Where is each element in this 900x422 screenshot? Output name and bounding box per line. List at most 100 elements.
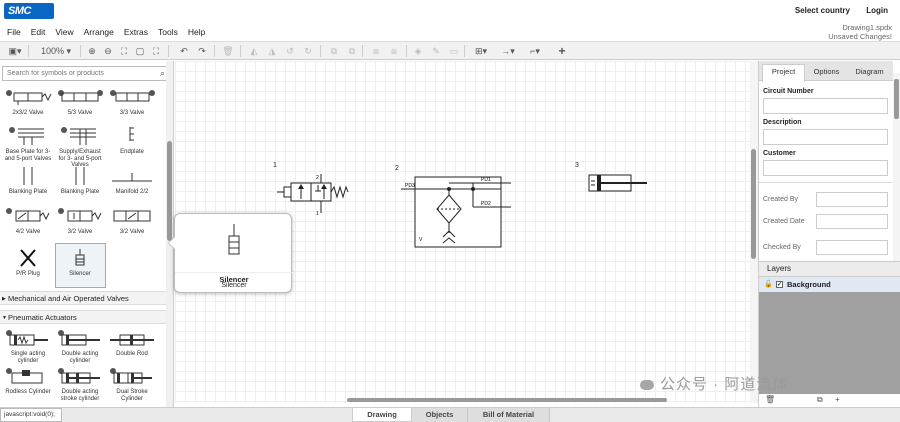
symbol-label: Double acting cylinder (61, 351, 99, 364)
tab-drawing[interactable]: Drawing (352, 408, 412, 422)
select-country-link[interactable]: Select country (795, 6, 850, 15)
zoom-out-icon[interactable]: ⊖ (102, 45, 114, 57)
toolbar-divider (214, 45, 215, 57)
symbol-sidebar: ⌕ 2x3/2 Valve 5/3 Valve 3/3 Valve Base P… (0, 61, 174, 407)
symbol-blanking-plate-2[interactable]: Blanking Plate (55, 165, 105, 196)
tab-diagram[interactable]: Diagram (848, 65, 891, 81)
layer-row-background[interactable]: 🔓 ✓ Background (759, 277, 900, 292)
symbol-3-3-valve[interactable]: 3/3 Valve (107, 88, 157, 117)
connection-style-icon[interactable]: →▾ (496, 45, 520, 57)
delete-icon[interactable]: 🗑 (222, 45, 234, 57)
customer-input[interactable] (763, 160, 888, 176)
symbol-4-2-valve[interactable]: 4/2 Valve (3, 205, 53, 236)
duplicate-layer-icon[interactable]: ⧉ (817, 395, 823, 405)
created-date-input[interactable] (816, 214, 888, 229)
created-by-input[interactable] (816, 192, 888, 207)
rotate-left-icon[interactable]: ↺ (284, 45, 296, 57)
canvas-vertical-scrollbar[interactable] (750, 61, 758, 403)
panel-scrollbar[interactable] (893, 73, 900, 263)
symbol-endplate[interactable]: Endplate (107, 125, 157, 156)
smc-logo[interactable]: SMC (4, 3, 54, 19)
symbol-3-2-valve[interactable]: 3/2 Valve (55, 205, 105, 236)
symbol-label: Base Plate for 3- and 5-port Valves (4, 149, 52, 162)
menu-help[interactable]: Help (188, 24, 205, 40)
line-color-icon[interactable]: ✎ (430, 45, 442, 57)
scrollbar-thumb[interactable] (894, 79, 899, 119)
layer-visibility-checkbox[interactable]: ✓ (776, 281, 783, 288)
to-front-icon[interactable]: ⧉ (328, 45, 340, 57)
symbol-supply-exhaust[interactable]: Supply/Exhaust for 3- and 5-port Valves (55, 125, 105, 169)
valve-3-2-symbol[interactable]: 2 1 (277, 171, 352, 217)
undo-icon[interactable]: ↶ (178, 45, 190, 57)
symbol-label: 3/3 Valve (119, 110, 145, 116)
menu-tools[interactable]: Tools (158, 24, 178, 40)
search-icon[interactable]: ⌕ (160, 68, 165, 79)
symbol-silencer[interactable]: Silencer (55, 247, 105, 278)
to-back-icon[interactable]: ⧉ (346, 45, 358, 57)
page-view-icon[interactable]: ▣▾ (6, 45, 24, 57)
login-link[interactable]: Login (866, 6, 888, 15)
toolbar-divider (240, 45, 241, 57)
symbol-single-acting-cylinder[interactable]: Single acting cylinder (3, 329, 53, 364)
symbol-blanking-plate[interactable]: Blanking Plate (3, 165, 53, 196)
scrollbar-thumb[interactable] (751, 149, 756, 259)
checked-by-input[interactable] (816, 240, 888, 255)
menu-extras[interactable]: Extras (124, 24, 148, 40)
symbol-rodless-cylinder[interactable]: Rodless Cylinder (3, 367, 53, 396)
add-layer-icon[interactable]: + (835, 395, 840, 404)
circuit-number-input[interactable] (763, 98, 888, 114)
group-icon[interactable]: ⧈ (370, 45, 382, 57)
symbol-manifold-2-2[interactable]: Manifold 2/2 (107, 165, 157, 196)
symbol-5-3-valve[interactable]: 5/3 Valve (55, 88, 105, 117)
scrollbar-thumb[interactable] (347, 398, 667, 402)
symbol-double-rod[interactable]: Double Rod (107, 329, 157, 358)
symbol-dual-stroke-cylinder[interactable]: Dual Stroke Cylinder (107, 367, 157, 402)
document-info: Drawing1.spdx Unsaved Changes! (828, 23, 892, 41)
tab-objects[interactable]: Objects (412, 408, 468, 422)
menu-arrange[interactable]: Arrange (84, 24, 114, 40)
symbol-3-2-valve-2[interactable]: 3/2 Valve (107, 205, 157, 236)
symbol-double-acting-stroke-cylinder[interactable]: Double acting stroke cylinder (55, 367, 105, 402)
redo-icon[interactable]: ↷ (196, 45, 208, 57)
tab-options[interactable]: Options (805, 65, 848, 81)
symbol-double-acting-cylinder[interactable]: Double acting cylinder (55, 329, 105, 364)
flip-horizontal-icon[interactable]: ◭ (248, 45, 260, 57)
component-number: 1 (273, 162, 277, 169)
symbol-base-plate[interactable]: Base Plate for 3- and 5-port Valves (3, 125, 53, 162)
ungroup-icon[interactable]: ⧈ (388, 45, 400, 57)
actual-size-icon[interactable]: ⛶ (150, 45, 162, 57)
scrollbar-thumb[interactable] (167, 141, 172, 241)
zoom-in-icon[interactable]: ⊕ (86, 45, 98, 57)
rotate-right-icon[interactable]: ↻ (302, 45, 314, 57)
connector-type-icon[interactable]: ⌐▾ (524, 45, 546, 57)
search-input[interactable] (3, 67, 148, 80)
add-icon[interactable]: + (556, 45, 568, 57)
waypoints-icon[interactable]: ⊞▾ (472, 45, 490, 57)
menu-view[interactable]: View (55, 24, 73, 40)
fill-color-icon[interactable]: ◈ (412, 45, 424, 57)
category-pneumatic-actuators[interactable]: ▼ Pneumatic Actuators (0, 310, 166, 324)
filter-unit-symbol[interactable]: V PD3 PD1 PD2 (401, 171, 513, 251)
toolbar-divider (362, 45, 363, 57)
menu-edit[interactable]: Edit (31, 24, 46, 40)
canvas-horizontal-scrollbar[interactable] (175, 397, 750, 403)
fit-window-icon[interactable]: ⛶ (118, 45, 130, 57)
symbol-2x3-2-valve[interactable]: 2x3/2 Valve (3, 88, 53, 117)
sidebar-scrollbar[interactable] (166, 61, 173, 407)
category-mechanical-valves[interactable]: ▶ Mechanical and Air Operated Valves (0, 291, 166, 305)
lock-icon[interactable]: 🔓 (764, 277, 773, 292)
cylinder-symbol[interactable] (585, 171, 651, 201)
symbol-pr-plug[interactable]: P/R Plug (3, 247, 53, 278)
description-input[interactable] (763, 129, 888, 145)
valve-icon (58, 208, 102, 222)
tab-bill-of-material[interactable]: Bill of Material (468, 408, 550, 422)
cylinder-icon (110, 334, 154, 346)
shadow-icon[interactable]: ▭ (448, 45, 460, 57)
menu-file[interactable]: File (7, 24, 21, 40)
flip-vertical-icon[interactable]: ◮ (266, 45, 278, 57)
tab-project[interactable]: Project (762, 64, 805, 82)
fit-page-icon[interactable]: ▢ (134, 45, 146, 57)
delete-layer-icon[interactable]: 🗑 (765, 395, 775, 404)
zoom-select[interactable]: 100% ▾ (38, 45, 74, 57)
cylinder-icon (58, 368, 100, 384)
